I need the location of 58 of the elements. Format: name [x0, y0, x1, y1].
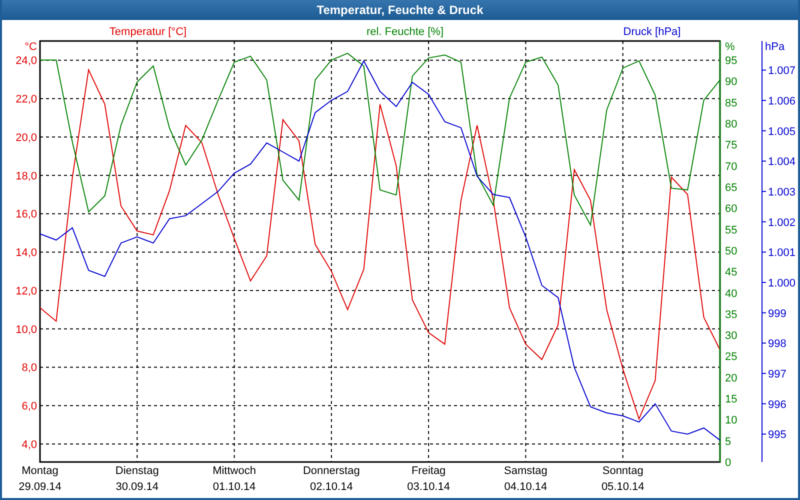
axis-tick-label: 1.003 — [768, 186, 796, 198]
axis-tick-label: 1.006 — [768, 95, 796, 108]
axis-tick-label: 45 — [725, 266, 738, 279]
axis-tick-label: Dienstag 30.09.14 — [115, 465, 159, 493]
axis-unit: hPa — [765, 41, 785, 53]
axis-tick-label: 8,0 — [22, 362, 37, 374]
axis-tick-label: Mittwoch 01.10.14 — [212, 465, 256, 493]
axis-tick-label: 15 — [725, 394, 738, 406]
axis-tick-label: 40 — [725, 288, 738, 300]
axis-tick-label: 80 — [725, 118, 738, 130]
axis-tick-label: 998 — [768, 338, 786, 350]
axis-tick-label: 4,0 — [22, 438, 37, 451]
window-title: Temperatur, Feuchte & Druck — [2, 0, 798, 20]
axis-tick-label: Samstag 04.10.14 — [504, 465, 548, 493]
axis-tick-label: 1.005 — [768, 126, 796, 138]
axis-tick-label: 22,0 — [16, 94, 37, 106]
axis-tick-label: 50 — [725, 245, 738, 258]
axis-tick-label: 996 — [768, 398, 786, 411]
chart-title: rel. Feuchte [%] — [366, 26, 444, 38]
axis-tick-label: 1.000 — [768, 277, 796, 290]
axis-tick-label: 5 — [725, 436, 732, 448]
axis-tick-label: 12,0 — [16, 285, 37, 298]
axis-tick-label: 1.007 — [768, 65, 796, 78]
axis-tick-label: 35 — [725, 308, 738, 321]
axis-tick-label: 14,0 — [16, 247, 37, 260]
axis-unit: °C — [24, 41, 37, 53]
chart-title: Temperatur [°C] — [109, 26, 187, 38]
axis-tick-label: 95 — [725, 55, 738, 68]
axis-tick-label: Sonntag 05.10.14 — [601, 465, 644, 493]
axis-tick-label: 20 — [725, 372, 738, 384]
axis-tick-label: 24,0 — [16, 55, 37, 68]
axis-unit: % — [725, 41, 735, 53]
axis-tick-label: 75 — [725, 140, 738, 152]
axis-tick-label: 25 — [725, 351, 738, 364]
axis-tick-label: 55 — [725, 224, 738, 236]
axis-tick-label: 20,0 — [16, 132, 37, 144]
axis-tick-label: 995 — [768, 429, 786, 442]
axis-tick-label: 30 — [725, 330, 738, 342]
axis-tick-label: 70 — [725, 160, 738, 173]
axis-tick-label: 1.004 — [768, 156, 796, 168]
axis-tick-label: 10,0 — [16, 324, 37, 336]
axis-tick-label: 10 — [725, 414, 738, 427]
axis-tick-label: 6,0 — [22, 400, 37, 413]
axis-tick-label: 65 — [725, 182, 738, 194]
axis-tick-label: 16,0 — [16, 208, 37, 221]
axis-tick-label: Freitag 03.10.14 — [407, 465, 450, 493]
axis-tick-label: 85 — [725, 97, 738, 110]
axis-tick-label: 90 — [725, 76, 738, 88]
axis-tick-label: Montag 29.09.14 — [18, 465, 62, 493]
axis-tick-label: 18,0 — [16, 170, 37, 182]
axis-tick-label: 1.001 — [768, 247, 796, 260]
axis-tick-label: Donnerstag 02.10.14 — [303, 465, 360, 493]
axis-tick-label: 999 — [768, 308, 786, 320]
axis-tick-label: 997 — [768, 368, 786, 380]
axis-tick-label: 60 — [725, 203, 738, 216]
chart-title: Druck [hPa] — [623, 26, 681, 38]
axis-tick-label: 1.002 — [768, 216, 796, 229]
axis-tick-label: 0 — [725, 457, 732, 469]
